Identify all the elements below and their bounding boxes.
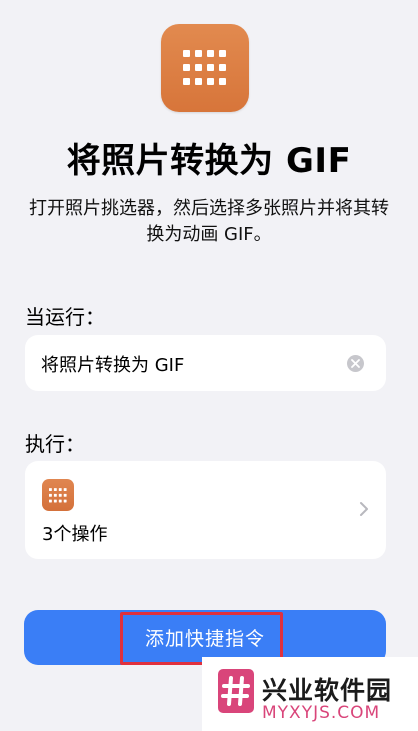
trigger-label: 当运行： (25, 305, 105, 329)
watermark-domain: MYXYJS.COM (262, 703, 381, 723)
actions-card[interactable]: 3个操作 (25, 461, 386, 559)
actions-summary: 3个操作 (42, 524, 108, 545)
chevron-right-icon (359, 501, 369, 521)
watermark-name: 兴业软件园 (262, 676, 393, 705)
trigger-name-value[interactable]: 将照片转换为 GIF (41, 351, 184, 377)
shortcut-description: 打开照片挑选器，然后选择多张照片并将其转换为动画 GIF。 (29, 198, 389, 245)
trigger-name-field[interactable]: 将照片转换为 GIF (25, 335, 386, 391)
actions-app-icon (42, 479, 74, 511)
shortcut-title: 将照片转换为 GIF (66, 141, 352, 181)
site-watermark: 兴业软件园 MYXYJS.COM (202, 657, 418, 731)
actions-label: 执行： (25, 432, 85, 456)
hash-logo-icon (218, 669, 254, 713)
shortcut-add-screen: 将照片转换为 GIF 打开照片挑选器，然后选择多张照片并将其转换为动画 GIF。… (0, 0, 418, 731)
clear-icon[interactable] (347, 355, 364, 372)
shortcut-app-icon (161, 24, 249, 112)
add-shortcut-label: 添加快捷指令 (144, 628, 265, 650)
grid-icon (49, 487, 67, 502)
grid-icon (183, 50, 226, 85)
